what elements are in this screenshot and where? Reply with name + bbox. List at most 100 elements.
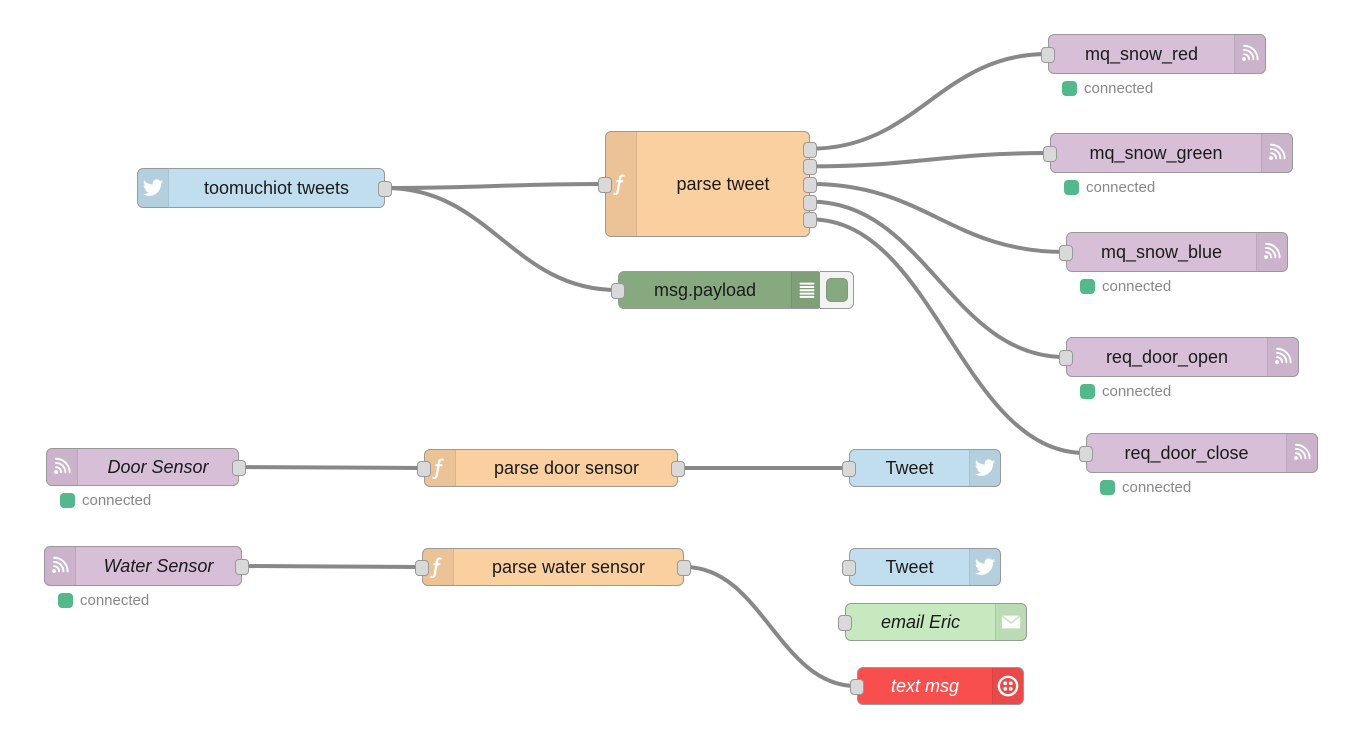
mqtt-icon (1256, 233, 1287, 271)
output-port-0[interactable] (235, 559, 249, 575)
input-port[interactable] (838, 615, 852, 631)
node-status: connected (1062, 80, 1153, 97)
node-mq-snow-blue[interactable]: mq_snow_blue (1059, 232, 1288, 272)
input-port[interactable] (415, 560, 429, 576)
status-label: connected (1122, 479, 1192, 496)
node-label: parse tweet (676, 173, 770, 194)
node-label: text msg (890, 675, 960, 696)
envelope-icon (995, 604, 1026, 640)
status-label: connected (82, 492, 152, 509)
input-port[interactable] (850, 679, 864, 695)
input-port[interactable] (417, 461, 431, 477)
node-label: msg.payload (653, 279, 757, 300)
mqtt-icon (1234, 35, 1265, 73)
mqtt-icon (1267, 338, 1298, 376)
node-tweet-water[interactable]: Tweet (842, 548, 1001, 586)
wire-parse-water-sensor-to-text-msg[interactable] (683, 565, 858, 688)
node-label: mq_snow_red (1084, 43, 1199, 64)
node-label: Tweet (885, 556, 934, 577)
node-status: connected (60, 492, 151, 509)
output-port-4[interactable] (803, 212, 817, 229)
input-port[interactable] (611, 283, 625, 299)
output-port-3[interactable] (803, 194, 817, 211)
node-req-door-close[interactable]: req_door_close (1079, 433, 1318, 473)
mqtt-icon (47, 449, 78, 485)
output-port-0[interactable] (803, 141, 817, 158)
flow-canvas[interactable]: toomuchiot tweets parse tweet msg.payload m… (0, 0, 1360, 744)
node-status: connected (1100, 479, 1191, 496)
input-port[interactable] (1043, 146, 1057, 162)
node-water-sensor[interactable]: Water Sensor (44, 546, 249, 586)
debug-icon (791, 272, 822, 308)
status-label: connected (1102, 278, 1172, 295)
node-label: req_door_open (1105, 346, 1229, 367)
output-port-0[interactable] (232, 460, 246, 476)
node-label: Water Sensor (103, 555, 214, 576)
wire-water-sensor-to-parse-water-sensor[interactable] (241, 564, 423, 569)
node-email-eric[interactable]: email Eric (838, 603, 1027, 641)
input-port[interactable] (842, 560, 856, 576)
output-port-1[interactable] (803, 159, 817, 176)
node-label: req_door_close (1124, 442, 1249, 463)
wire-toomuchiot-tweets-to-parse-tweet[interactable] (384, 182, 606, 190)
node-label: parse door sensor (493, 457, 640, 478)
node-status: connected (1080, 383, 1171, 400)
node-tweet-door[interactable]: Tweet (842, 449, 1001, 487)
twitter-icon (969, 450, 1000, 486)
twitter-icon (138, 169, 169, 207)
debug-toggle-indicator (825, 278, 848, 302)
node-req-door-open[interactable]: req_door_open (1059, 337, 1299, 377)
node-toomuchiot-tweets[interactable]: toomuchiot tweets (137, 168, 392, 208)
node-label: parse water sensor (491, 556, 646, 577)
mqtt-icon (1261, 134, 1292, 172)
node-mq-snow-green[interactable]: mq_snow_green (1043, 133, 1293, 173)
status-label: connected (80, 592, 150, 609)
output-port-0[interactable] (671, 461, 685, 477)
twitter-icon (969, 549, 1000, 585)
node-label: Door Sensor (107, 456, 209, 477)
input-port[interactable] (1041, 47, 1055, 63)
node-status: connected (1064, 179, 1155, 196)
output-port-0[interactable] (677, 560, 691, 576)
node-status: connected (1080, 278, 1171, 295)
wire-parse-tweet-to-mq-snow-blue[interactable] (809, 182, 1067, 254)
wire-door-sensor-to-parse-door-sensor[interactable] (238, 465, 425, 470)
status-dot-icon (60, 493, 75, 508)
status-dot-icon (1064, 180, 1079, 195)
wire-toomuchiot-tweets-to-msg-payload[interactable] (384, 186, 619, 292)
wire-parse-tweet-to-req-door-close[interactable] (809, 217, 1087, 455)
status-dot-icon (1080, 279, 1095, 294)
node-parse-door-sensor[interactable]: parse door sensor (417, 449, 685, 487)
node-label: Tweet (885, 457, 934, 478)
input-port[interactable] (598, 177, 612, 193)
status-dot-icon (58, 593, 73, 608)
wire-parse-tweet-to-mq-snow-red[interactable] (809, 52, 1049, 151)
input-port[interactable] (1079, 446, 1093, 462)
node-msg-payload[interactable]: msg.payload (611, 271, 854, 309)
status-label: connected (1086, 179, 1156, 196)
wire-parse-tweet-to-mq-snow-green[interactable] (809, 151, 1051, 169)
input-port[interactable] (842, 461, 856, 477)
node-text-msg[interactable]: text msg (850, 667, 1024, 705)
mqtt-icon (45, 547, 76, 585)
output-port-0[interactable] (378, 181, 392, 197)
node-label: mq_snow_green (1089, 142, 1223, 163)
input-port[interactable] (1059, 245, 1073, 261)
twilio-icon (992, 668, 1023, 704)
node-parse-water-sensor[interactable]: parse water sensor (415, 548, 691, 586)
mqtt-icon (1286, 434, 1317, 472)
node-status: connected (58, 592, 149, 609)
input-port[interactable] (1059, 350, 1073, 366)
status-dot-icon (1062, 81, 1077, 96)
node-mq-snow-red[interactable]: mq_snow_red (1041, 34, 1266, 74)
node-label: mq_snow_blue (1100, 241, 1223, 262)
node-label: toomuchiot tweets (203, 177, 350, 198)
status-label: connected (1084, 80, 1154, 97)
status-dot-icon (1080, 384, 1095, 399)
debug-enable-button[interactable] (820, 271, 854, 309)
node-parse-tweet[interactable]: parse tweet (598, 131, 817, 237)
output-port-2[interactable] (803, 177, 817, 193)
status-label: connected (1102, 383, 1172, 400)
status-dot-icon (1100, 480, 1115, 495)
node-door-sensor[interactable]: Door Sensor (46, 448, 246, 486)
